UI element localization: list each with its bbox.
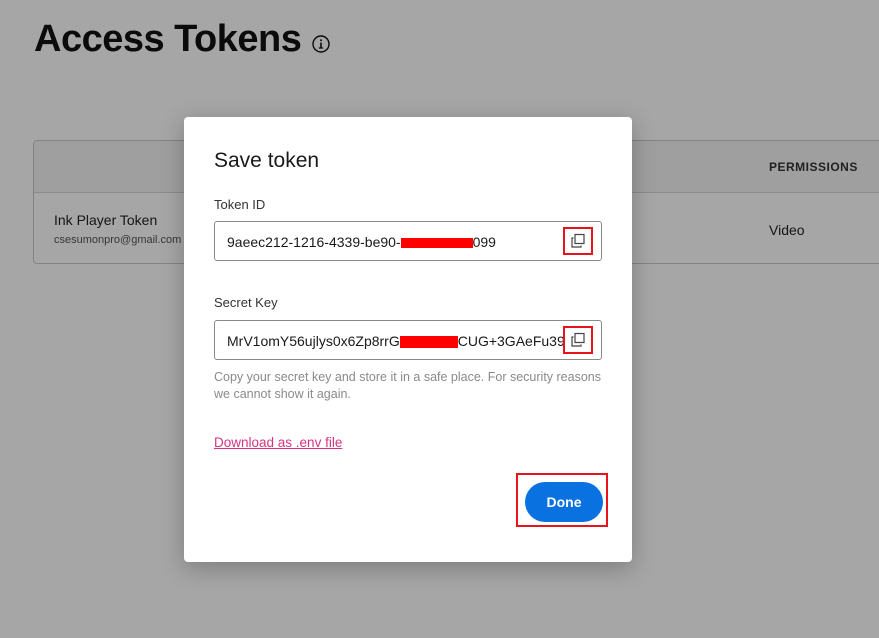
save-token-dialog: Save token Token ID 9aeec212-1216-4339-b… bbox=[184, 117, 632, 562]
secret-key-helper-text: Copy your secret key and store it in a s… bbox=[214, 370, 601, 401]
secret-key-field[interactable]: MrV1omY56ujlys0x6Zp8rrG CUG+3GAeFu39 bbox=[214, 320, 602, 360]
copy-icon bbox=[571, 233, 585, 248]
secret-key-label: Secret Key bbox=[214, 295, 278, 310]
token-id-value: 9aeec212-1216-4339-be90- 099 bbox=[227, 234, 496, 250]
copy-secret-key-button[interactable] bbox=[563, 326, 593, 354]
token-id-label: Token ID bbox=[214, 197, 266, 212]
copy-token-id-button[interactable] bbox=[563, 227, 593, 255]
token-id-value-end: 099 bbox=[472, 234, 496, 250]
download-env-link[interactable]: Download as .env file bbox=[214, 435, 342, 450]
copy-icon bbox=[571, 332, 585, 347]
token-id-value-start: 9aeec212-1216-4339-be90- bbox=[227, 234, 401, 250]
done-button[interactable]: Done bbox=[525, 482, 603, 522]
redaction-mark bbox=[399, 336, 458, 349]
secret-key-value: MrV1omY56ujlys0x6Zp8rrG CUG+3GAeFu39 bbox=[227, 333, 565, 349]
dialog-title: Save token bbox=[214, 149, 320, 172]
redaction-mark bbox=[400, 238, 473, 249]
token-id-field[interactable]: 9aeec212-1216-4339-be90- 099 bbox=[214, 221, 602, 261]
secret-key-value-end: CUG+3GAeFu39 bbox=[457, 333, 565, 349]
secret-key-value-start: MrV1omY56ujlys0x6Zp8rrG bbox=[227, 333, 400, 349]
